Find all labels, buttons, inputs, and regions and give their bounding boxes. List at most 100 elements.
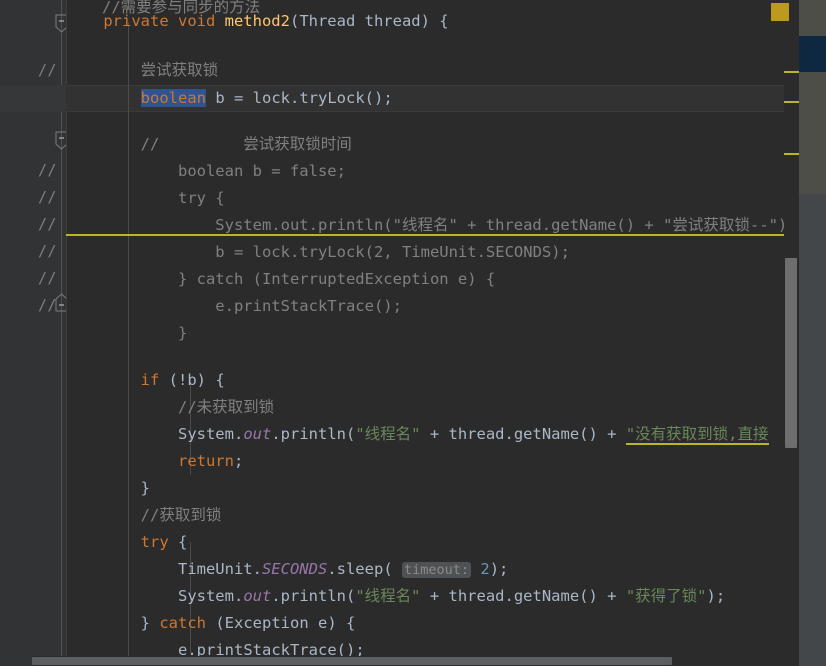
code-line[interactable]: System.out.println("线程名" + thread.getNam…: [66, 212, 784, 239]
code-line[interactable]: b = lock.tryLock(2, TimeUnit.SECONDS);: [66, 239, 570, 266]
code-token-num: 2: [471, 560, 490, 578]
warning-marker[interactable]: [784, 71, 799, 73]
code-line[interactable]: // 尝试获取锁时间: [66, 131, 352, 158]
right-panel-selected-item[interactable]: [799, 36, 826, 72]
code-line[interactable]: TimeUnit.SECONDS.sleep( timeout: 2);: [66, 556, 508, 583]
code-token-ident: println: [280, 425, 346, 443]
code-line[interactable]: 尝试获取锁: [66, 57, 219, 84]
code-line[interactable]: private void method2(Thread thread) {: [66, 8, 449, 35]
code-token-cmt: 尝试获取锁: [66, 61, 219, 79]
code-token-punc: (: [215, 614, 225, 632]
code-token-punc: (!b) {: [168, 371, 225, 389]
code-token-punc: (: [345, 425, 356, 443]
code-token-mth: method2: [224, 12, 290, 30]
code-token-str: "线程名": [355, 587, 421, 605]
code-token-punc: (: [345, 587, 356, 605]
gutter-comment-mark: //: [38, 242, 57, 260]
code-line[interactable]: if (!b) {: [66, 367, 225, 394]
gutter-comment-mark: //: [38, 61, 57, 79]
code-token-str: "没有获取到锁,直接: [625, 425, 769, 445]
gutter-comment-mark: //: [38, 161, 57, 179]
code-line[interactable]: boolean b = false;: [66, 158, 346, 185]
code-token-ident: TimeUnit.: [66, 560, 262, 578]
right-panel-header[interactable]: [799, 0, 826, 36]
code-token-ident: thread: [448, 425, 505, 443]
code-token-punc: );: [706, 587, 726, 605]
code-token-fld: out: [243, 587, 272, 605]
code-token-fld: SECONDS: [261, 560, 328, 578]
code-token-hint: timeout:: [401, 562, 472, 578]
gutter-comment-mark: //: [38, 269, 57, 287]
code-token-ident: thread: [448, 587, 505, 605]
code-line[interactable]: } catch (Exception e) {: [66, 610, 356, 637]
code-token-kw: try: [66, 533, 178, 551]
code-token-cmt: try {: [66, 189, 225, 207]
code-token-str: "获得了锁": [625, 587, 707, 605]
code-token-kw: return: [66, 452, 234, 470]
vertical-scrollbar-thumb[interactable]: [785, 258, 797, 448]
code-token-punc: }: [66, 614, 160, 632]
code-token-cls: Exception: [224, 614, 309, 632]
code-line[interactable]: boolean b = lock.tryLock();: [66, 85, 393, 112]
code-token-punc: () +: [579, 425, 626, 443]
top-warning-marker[interactable]: [771, 3, 789, 21]
code-token-kw: if: [66, 371, 169, 389]
gutter-comment-mark: //: [38, 188, 57, 206]
code-token-punc: .: [271, 587, 281, 605]
code-token-punc: {: [177, 533, 188, 551]
code-token-sel: boolean: [140, 89, 206, 107]
code-token-ident: b: [205, 89, 234, 107]
code-token-cmt: } catch (InterruptedException e) {: [66, 270, 496, 288]
code-token-ident: sleep: [336, 560, 384, 578]
code-token-cmt: b = lock.tryLock(2, TimeUnit.SECONDS);: [66, 243, 570, 261]
code-token-cls: Thread: [299, 12, 356, 30]
code-token-punc: () +: [579, 587, 626, 605]
code-token-punc: .: [271, 425, 281, 443]
code-line[interactable]: } catch (InterruptedException e) {: [66, 266, 495, 293]
code-line[interactable]: try {: [66, 185, 225, 212]
code-line[interactable]: System.out.println("线程名" + thread.getNam…: [66, 583, 725, 610]
code-token-punc: ) {: [420, 12, 449, 30]
horizontal-scrollbar-thumb[interactable]: [32, 657, 672, 665]
warning-marker[interactable]: [784, 153, 799, 155]
editor-code-area[interactable]: //需要参与同步的方法 private void method2(Thread …: [66, 0, 784, 666]
right-panel-lower: [799, 194, 826, 666]
code-token-ident: lock: [252, 89, 290, 107]
code-token-cmt: boolean b = false;: [66, 162, 346, 180]
code-token-ident: getName: [513, 587, 580, 605]
code-token-kw: catch: [159, 614, 216, 632]
code-token-punc: =: [233, 89, 253, 107]
code-token-ident: getName: [513, 425, 580, 443]
code-token-kw: private void: [66, 12, 225, 30]
code-line[interactable]: //未获取到锁: [66, 394, 274, 421]
code-token-punc: );: [489, 560, 509, 578]
code-line[interactable]: //获取到锁: [66, 502, 222, 529]
code-token-cmt: e.printStackTrace();: [66, 297, 402, 315]
code-line[interactable]: try {: [66, 529, 188, 556]
code-token-punc: (: [289, 12, 300, 30]
code-token-ident: e: [308, 614, 328, 632]
code-line[interactable]: System.out.println("线程名" + thread.getNam…: [66, 421, 769, 448]
warning-marker[interactable]: [784, 101, 799, 103]
code-token-punc: .: [504, 587, 514, 605]
code-token-punc: }: [66, 479, 150, 497]
code-token-cmt: // 尝试获取锁时间: [66, 135, 352, 153]
code-token-punc: +: [420, 587, 449, 605]
code-token-str: "线程名": [355, 425, 421, 443]
code-token-cmt: //未获取到锁: [66, 398, 275, 416]
code-token-cmt: }: [66, 324, 188, 342]
code-token-ident: [66, 89, 141, 107]
code-line[interactable]: }: [66, 320, 187, 347]
current-line-gutter-highlight: [0, 85, 66, 112]
gutter-comment-mark: //: [38, 215, 57, 233]
code-token-ident: println: [280, 587, 346, 605]
code-line[interactable]: }: [66, 475, 150, 502]
right-panel-body: [799, 72, 826, 194]
code-line[interactable]: e.printStackTrace();: [66, 293, 402, 320]
code-token-ident: System.: [66, 425, 244, 443]
code-line[interactable]: return;: [66, 448, 243, 475]
code-token-cmt: //获取到锁: [66, 506, 222, 524]
code-token-punc: .: [327, 560, 337, 578]
code-token-punc: ();: [364, 89, 393, 107]
code-token-punc: ;: [233, 452, 244, 470]
